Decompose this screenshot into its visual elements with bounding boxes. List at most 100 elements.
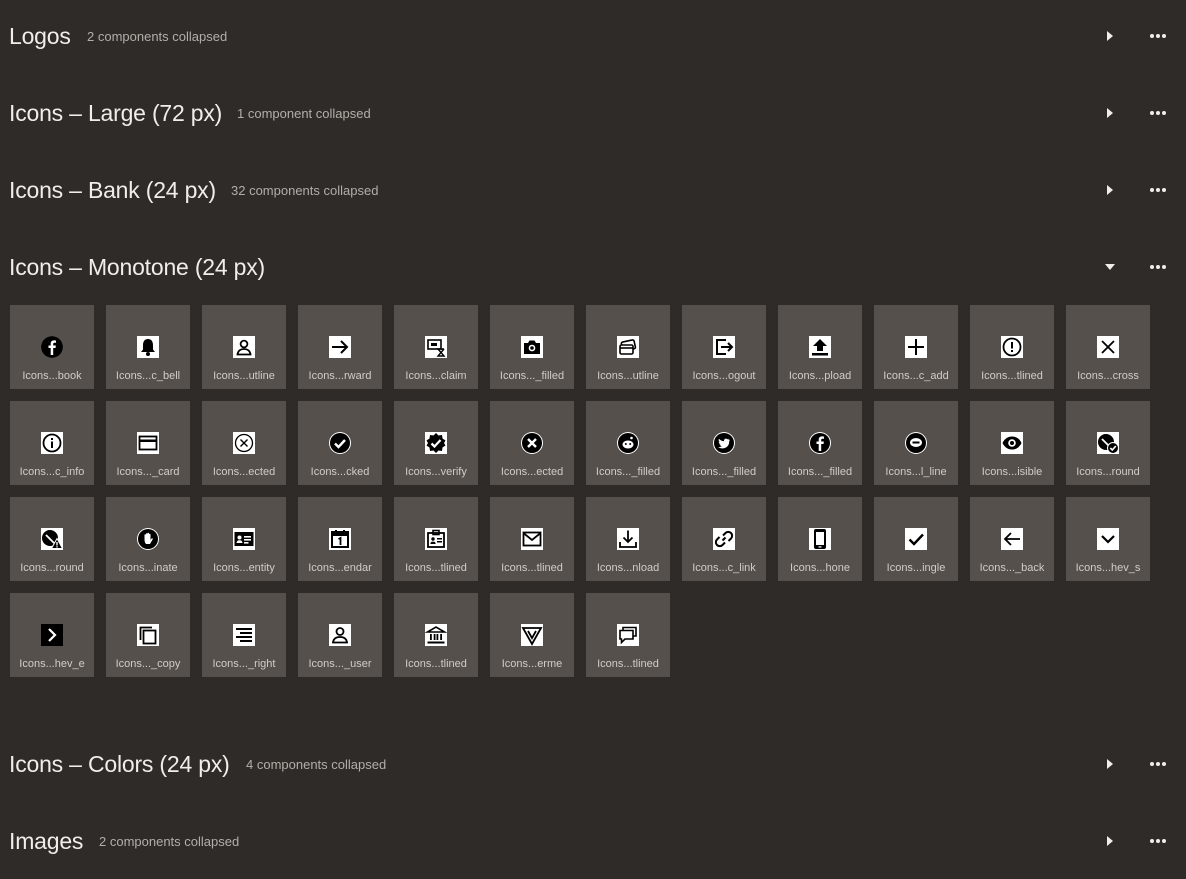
checked-icon <box>329 432 351 454</box>
icon-component-tile[interactable]: Icons...pload <box>778 305 862 389</box>
icon-component-tile[interactable]: Icons...ogout <box>682 305 766 389</box>
section-title: Images <box>9 827 84 854</box>
icon-component-tile[interactable]: Icons...ected <box>202 401 286 485</box>
icon-component-tile[interactable]: Icons...isible <box>970 401 1054 485</box>
icon-component-tile[interactable]: Icons..._right <box>202 593 286 677</box>
expand-toggle-icon[interactable] <box>1100 754 1120 774</box>
section-header-icons-bank-24-px[interactable]: Icons – Bank (24 px) 32 components collap… <box>0 170 1186 210</box>
more-options-icon[interactable] <box>1146 26 1170 46</box>
arrow-forward-icon <box>329 336 351 358</box>
section-header-icons-colors-24-px[interactable]: Icons – Colors (24 px) 4 components colla… <box>0 744 1186 784</box>
icon-component-tile[interactable]: Icons...utline <box>202 305 286 389</box>
icon-component-tile[interactable]: Icons...tlined <box>970 305 1054 389</box>
icon-component-label: Icons...c_link <box>692 562 756 574</box>
phone-icon <box>809 528 831 550</box>
section-title: Icons – Bank (24 px) <box>9 176 216 203</box>
icon-component-tile[interactable]: Icons...cross <box>1066 305 1150 389</box>
collapsed-count: 32 components collapsed <box>231 182 379 198</box>
icon-component-label: Icons...cked <box>310 466 370 478</box>
icon-component-label: Icons..._back <box>979 562 1045 574</box>
icon-component-label: Icons...utline <box>597 370 659 382</box>
icon-component-tile[interactable]: Icons...round <box>1066 401 1150 485</box>
chevron-down-icon <box>1097 528 1119 550</box>
icon-component-label: Icons...ected <box>500 466 564 478</box>
section-title: Icons – Large (72 px) <box>9 99 223 126</box>
bell-icon <box>137 336 159 358</box>
icon-component-tile[interactable]: Icons..._copy <box>106 593 190 677</box>
icon-component-tile[interactable]: Icons...ingle <box>874 497 958 581</box>
icon-component-tile[interactable]: Icons...nload <box>586 497 670 581</box>
icon-component-tile[interactable]: Icons...tlined <box>394 593 478 677</box>
icon-component-tile[interactable]: Icons...rward <box>298 305 382 389</box>
icon-component-tile[interactable]: Icons...c_link <box>682 497 766 581</box>
icon-component-tile[interactable]: Icons..._filled <box>586 401 670 485</box>
icon-component-label: Icons..._right <box>212 658 276 670</box>
section-header-icons-large-72-px[interactable]: Icons – Large (72 px) 1 component collaps… <box>0 93 1186 133</box>
icon-component-tile[interactable]: Icons...verify <box>394 401 478 485</box>
expand-toggle-icon[interactable] <box>1100 831 1120 851</box>
icon-component-tile[interactable]: Icons...hone <box>778 497 862 581</box>
icon-component-tile[interactable]: Icons...erme <box>490 593 574 677</box>
icon-component-label: Icons...entity <box>213 562 275 574</box>
camera-icon <box>521 336 543 358</box>
icon-component-tile[interactable]: Icons...cked <box>298 401 382 485</box>
icon-component-label: Icons...erme <box>501 658 563 670</box>
icon-component-tile[interactable]: Icons...entity <box>202 497 286 581</box>
icon-component-tile[interactable]: Icons...round <box>10 497 94 581</box>
expand-toggle-icon[interactable] <box>1100 180 1120 200</box>
expand-toggle-icon[interactable] <box>1100 103 1120 123</box>
line-icon <box>905 432 927 454</box>
more-options-icon[interactable] <box>1146 754 1170 774</box>
align-right-icon <box>233 624 255 646</box>
icon-component-tile[interactable]: Icons..._back <box>970 497 1054 581</box>
section-title: Logos <box>9 22 71 49</box>
icon-component-label: Icons..._filled <box>499 370 565 382</box>
icon-component-label: Icons..._filled <box>595 466 661 478</box>
card-icon <box>137 432 159 454</box>
facebook-filled-icon <box>809 432 831 454</box>
icon-component-tile[interactable]: Icons...inate <box>106 497 190 581</box>
check-single-icon <box>905 528 927 550</box>
section-header-logos[interactable]: Logos 2 components collapsed <box>0 16 1186 56</box>
icon-component-tile[interactable]: Icons...tlined <box>586 593 670 677</box>
arrow-back-icon <box>1001 528 1023 550</box>
icon-component-tile[interactable]: Icons..._filled <box>778 401 862 485</box>
icon-component-label: Icons...tlined <box>981 370 1043 382</box>
icon-component-label: Icons...utline <box>213 370 275 382</box>
icon-component-label: Icons...c_add <box>883 370 949 382</box>
bank-outlined-icon <box>425 624 447 646</box>
icon-component-tile[interactable]: Icons...utline <box>586 305 670 389</box>
collapsed-count: 4 components collapsed <box>246 756 387 772</box>
icon-component-tile[interactable]: Icons...hev_e <box>10 593 94 677</box>
cards-outline-icon <box>617 336 639 358</box>
icon-component-label: Icons...tlined <box>405 658 467 670</box>
icon-component-tile[interactable]: Icons...claim <box>394 305 478 389</box>
section-header-icons-monotone-24-px[interactable]: Icons – Monotone (24 px) <box>0 247 1186 287</box>
icon-component-tile[interactable]: Icons...tlined <box>394 497 478 581</box>
verify-badge-icon <box>425 432 447 454</box>
icon-component-tile[interactable]: Icons...c_info <box>10 401 94 485</box>
expand-toggle-icon[interactable] <box>1100 26 1120 46</box>
icon-component-tile[interactable]: Icons...hev_s <box>1066 497 1150 581</box>
icon-component-tile[interactable]: Icons..._card <box>106 401 190 485</box>
icon-component-tile[interactable]: Icons...tlined <box>490 497 574 581</box>
more-options-icon[interactable] <box>1146 180 1170 200</box>
collapse-toggle-icon[interactable] <box>1100 257 1120 277</box>
icon-component-tile[interactable]: Icons...c_add <box>874 305 958 389</box>
icon-component-tile[interactable]: Icons...l_line <box>874 401 958 485</box>
section-header-images[interactable]: Images 2 components collapsed <box>0 821 1186 861</box>
icon-component-tile[interactable]: Icons..._user <box>298 593 382 677</box>
more-options-icon[interactable] <box>1146 103 1170 123</box>
icon-component-tile[interactable]: Icons...endar <box>298 497 382 581</box>
icon-component-label: Icons...c_bell <box>115 370 181 382</box>
icon-component-tile[interactable]: Icons..._filled <box>490 305 574 389</box>
icon-component-label: Icons..._filled <box>787 466 853 478</box>
more-options-icon[interactable] <box>1146 831 1170 851</box>
icon-component-tile[interactable]: Icons...book <box>10 305 94 389</box>
icon-component-label: Icons..._filled <box>691 466 757 478</box>
verme-logo-icon <box>521 624 543 646</box>
icon-component-tile[interactable]: Icons...ected <box>490 401 574 485</box>
icon-component-tile[interactable]: Icons...c_bell <box>106 305 190 389</box>
more-options-icon[interactable] <box>1146 257 1170 277</box>
icon-component-tile[interactable]: Icons..._filled <box>682 401 766 485</box>
